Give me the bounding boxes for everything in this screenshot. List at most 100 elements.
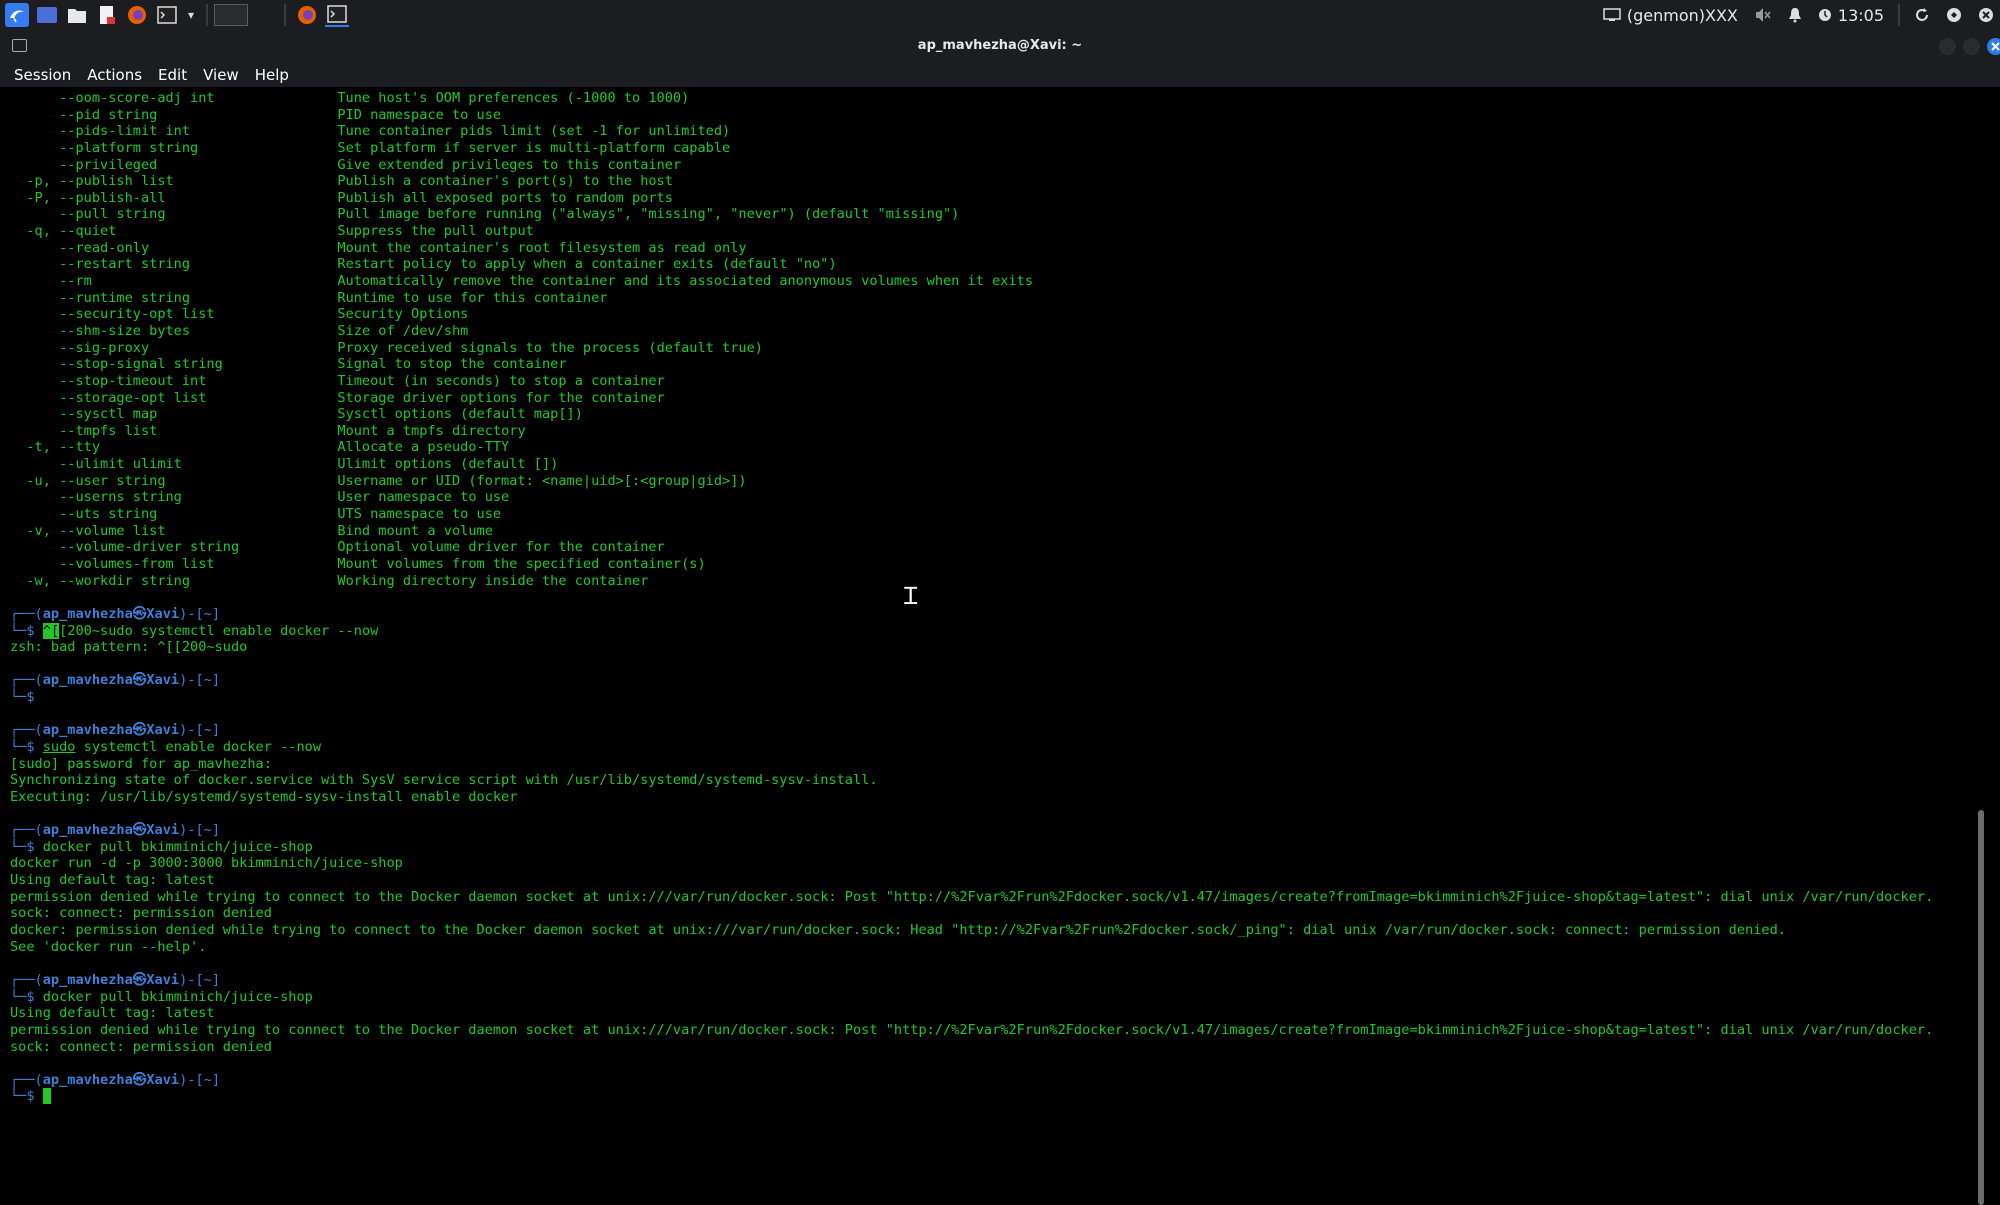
panel-separator xyxy=(284,4,286,26)
option-flag: --stop-timeout int xyxy=(10,372,207,389)
output-text: Using default tag: latest xyxy=(10,872,215,889)
refresh-icon[interactable] xyxy=(1914,7,1930,23)
close-button[interactable] xyxy=(1987,38,2000,55)
output-text: zsh: bad pattern: ^[[200~sudo xyxy=(10,639,248,656)
output-text: [sudo] password for ap_mavhezha: xyxy=(10,755,272,772)
prompt-top: ┌──(ap_mavhezha㉿Xavi)-[~] xyxy=(10,822,1933,839)
volume-muted-icon[interactable] xyxy=(1754,7,1772,23)
terminal-icon[interactable] xyxy=(155,3,179,27)
option-description: Proxy received signals to the process (d… xyxy=(337,339,763,356)
option-flag: --storage-opt list xyxy=(10,389,207,406)
option-flag: --rm xyxy=(10,273,92,290)
scrollbar[interactable] xyxy=(1978,810,1984,1205)
option-description: Tune host's OOM preferences (-1000 to 10… xyxy=(337,90,690,106)
prompt-symbol: └─$ xyxy=(10,622,43,639)
option-description: Working directory inside the container xyxy=(337,572,649,589)
output-line: docker run -d -p 3000:3000 bkimminich/ju… xyxy=(10,855,1933,872)
system-tray: (genmon)XXX 13:05 xyxy=(1595,0,2000,30)
output-line: Using default tag: latest xyxy=(10,872,1933,889)
firefox-icon[interactable] xyxy=(295,3,319,27)
output-text: permission denied while trying to connec… xyxy=(10,888,1934,905)
option-row: --shm-size bytes Size of /dev/shm xyxy=(10,323,1933,340)
option-row: --pids-limit int Tune container pids lim… xyxy=(10,123,1933,140)
menu-help[interactable]: Help xyxy=(255,66,289,84)
prompt-path: )-[~] xyxy=(179,822,221,839)
workspace-2[interactable] xyxy=(248,4,278,26)
command-line: └─$ docker pull bkimminich/juice-shop xyxy=(10,989,1933,1006)
option-row: -u, --user string Username or UID (forma… xyxy=(10,473,1933,490)
menu-edit[interactable]: Edit xyxy=(158,66,187,84)
notification-bell-icon[interactable] xyxy=(1788,7,1802,23)
genmon[interactable]: (genmon)XXX xyxy=(1603,6,1738,25)
option-row: -q, --quiet Suppress the pull output xyxy=(10,223,1933,240)
minimize-button[interactable] xyxy=(1939,38,1956,55)
file-manager-icon[interactable] xyxy=(65,3,89,27)
option-description: Mount a tmpfs directory xyxy=(337,422,526,439)
workspace-app-icon[interactable] xyxy=(35,3,59,27)
text-editor-icon[interactable] xyxy=(95,3,119,27)
option-description: Publish all exposed ports to random port… xyxy=(337,189,673,206)
output-line: [sudo] password for ap_mavhezha: xyxy=(10,756,1933,773)
chevron-down-icon[interactable]: ▾ xyxy=(185,3,197,27)
prompt-user: ap_mavhezha㉿Xavi xyxy=(42,971,180,988)
prompt-top: ┌──(ap_mavhezha㉿Xavi)-[~] xyxy=(10,1072,1933,1089)
prompt-top: ┌──(ap_mavhezha㉿Xavi)-[~] xyxy=(10,672,1933,689)
option-row: --ulimit ulimit Ulimit options (default … xyxy=(10,456,1933,473)
option-flag: --pull string xyxy=(10,206,166,223)
power-icon[interactable] xyxy=(1978,7,1994,23)
menu-actions[interactable]: Actions xyxy=(87,66,142,84)
window-titlebar[interactable]: ap_mavhezha@Xavi: ~ xyxy=(0,30,2000,63)
option-row: -v, --volume list Bind mount a volume xyxy=(10,523,1933,540)
option-flag: --uts string xyxy=(10,506,158,523)
option-row: --pull string Pull image before running … xyxy=(10,206,1933,223)
option-flag: --sysctl map xyxy=(10,406,158,423)
option-flag: -p, --publish list xyxy=(10,173,174,190)
option-flag: --sig-proxy xyxy=(10,339,150,356)
window-title: ap_mavhezha@Xavi: ~ xyxy=(917,38,1083,53)
firefox-icon[interactable] xyxy=(125,3,149,27)
option-description: Restart policy to apply when a container… xyxy=(337,256,837,273)
maximize-button[interactable] xyxy=(1963,38,1980,55)
terminal-output[interactable]: --oom-score-adj int Tune host's OOM pref… xyxy=(0,87,1994,1205)
prompt-top: ┌──(ap_mavhezha㉿Xavi)-[~] xyxy=(10,722,1933,739)
prompt-symbol: └─$ xyxy=(10,689,43,706)
option-row: -t, --tty Allocate a pseudo-TTY xyxy=(10,439,1933,456)
menu-session[interactable]: Session xyxy=(14,66,71,84)
option-description: User namespace to use xyxy=(337,489,510,506)
prompt-top: ┌──(ap_mavhezha㉿Xavi)-[~] xyxy=(10,972,1933,989)
option-description: Mount the container's root filesystem as… xyxy=(337,239,747,256)
option-description: Pull image before running ("always", "mi… xyxy=(337,206,960,223)
output-text: Synchronizing state of docker.service wi… xyxy=(10,772,878,789)
terminal-icon[interactable] xyxy=(325,3,349,27)
prompt-path: )-[~] xyxy=(179,672,221,689)
network-icon[interactable] xyxy=(1946,7,1962,23)
close-icon xyxy=(1991,42,2000,51)
output-text: docker run -d -p 3000:3000 bkimminich/ju… xyxy=(10,855,403,872)
option-description: Tune container pids limit (set -1 for un… xyxy=(337,123,731,140)
clock[interactable]: 13:05 xyxy=(1818,6,1884,25)
option-flag: --stop-signal string xyxy=(10,356,223,373)
option-description: Sysctl options (default map[]) xyxy=(337,406,583,423)
output-line: Executing: /usr/lib/systemd/systemd-sysv… xyxy=(10,789,1933,806)
launcher-area: ▾ xyxy=(0,0,352,30)
option-description: Size of /dev/shm xyxy=(337,322,469,339)
menu-view[interactable]: View xyxy=(203,66,239,84)
workspace-1[interactable] xyxy=(214,4,248,26)
kali-menu-icon[interactable] xyxy=(5,3,29,27)
option-row: --rm Automatically remove the container … xyxy=(10,273,1933,290)
option-row: --pid string PID namespace to use xyxy=(10,107,1933,124)
option-row: --userns string User namespace to use xyxy=(10,489,1933,506)
